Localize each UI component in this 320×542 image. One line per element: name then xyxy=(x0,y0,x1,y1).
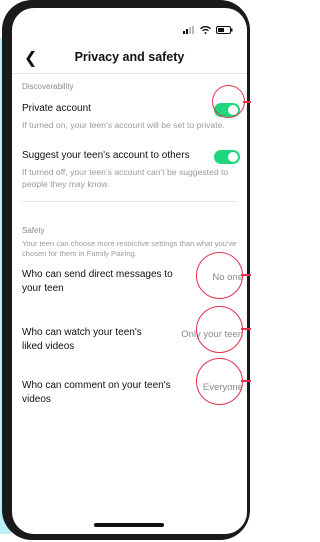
suggest-account-toggle[interactable] xyxy=(214,150,240,164)
status-bar xyxy=(183,21,233,39)
suggest-account-label: Suggest your teen's account to others xyxy=(22,150,190,161)
liked-videos-label[interactable]: Who can watch your teen's liked videos xyxy=(22,326,147,354)
private-account-label: Private account xyxy=(22,103,91,114)
page-title: Privacy and safety xyxy=(74,50,185,64)
home-indicator xyxy=(94,523,164,527)
direct-messages-label[interactable]: Who can send direct messages to your tee… xyxy=(22,268,187,296)
highlight-ring-liked-videos xyxy=(196,306,243,353)
private-account-description: If turned on, your teen's account will b… xyxy=(22,120,225,130)
highlight-ring-direct-messages xyxy=(196,252,243,299)
signal-icon xyxy=(183,21,195,39)
highlight-ring-comments xyxy=(196,358,243,405)
comments-label[interactable]: Who can comment on your teen's videos xyxy=(22,379,182,407)
highlight-pointer xyxy=(243,101,251,103)
section-title-safety: Safety xyxy=(22,226,45,235)
highlight-ring-private-account xyxy=(212,85,245,118)
highlight-pointer xyxy=(241,380,251,382)
section-divider xyxy=(22,201,237,202)
section-title-discoverability: Discoverability xyxy=(22,82,74,91)
battery-icon xyxy=(216,21,233,39)
navigation-bar: ❮ Privacy and safety xyxy=(12,46,247,72)
toggle-knob xyxy=(228,152,238,162)
highlight-pointer xyxy=(241,274,251,276)
highlight-pointer xyxy=(241,328,251,330)
wifi-icon xyxy=(200,21,211,39)
header-divider xyxy=(12,73,247,74)
suggest-account-description: If turned off, your teen's account can't… xyxy=(22,167,229,189)
